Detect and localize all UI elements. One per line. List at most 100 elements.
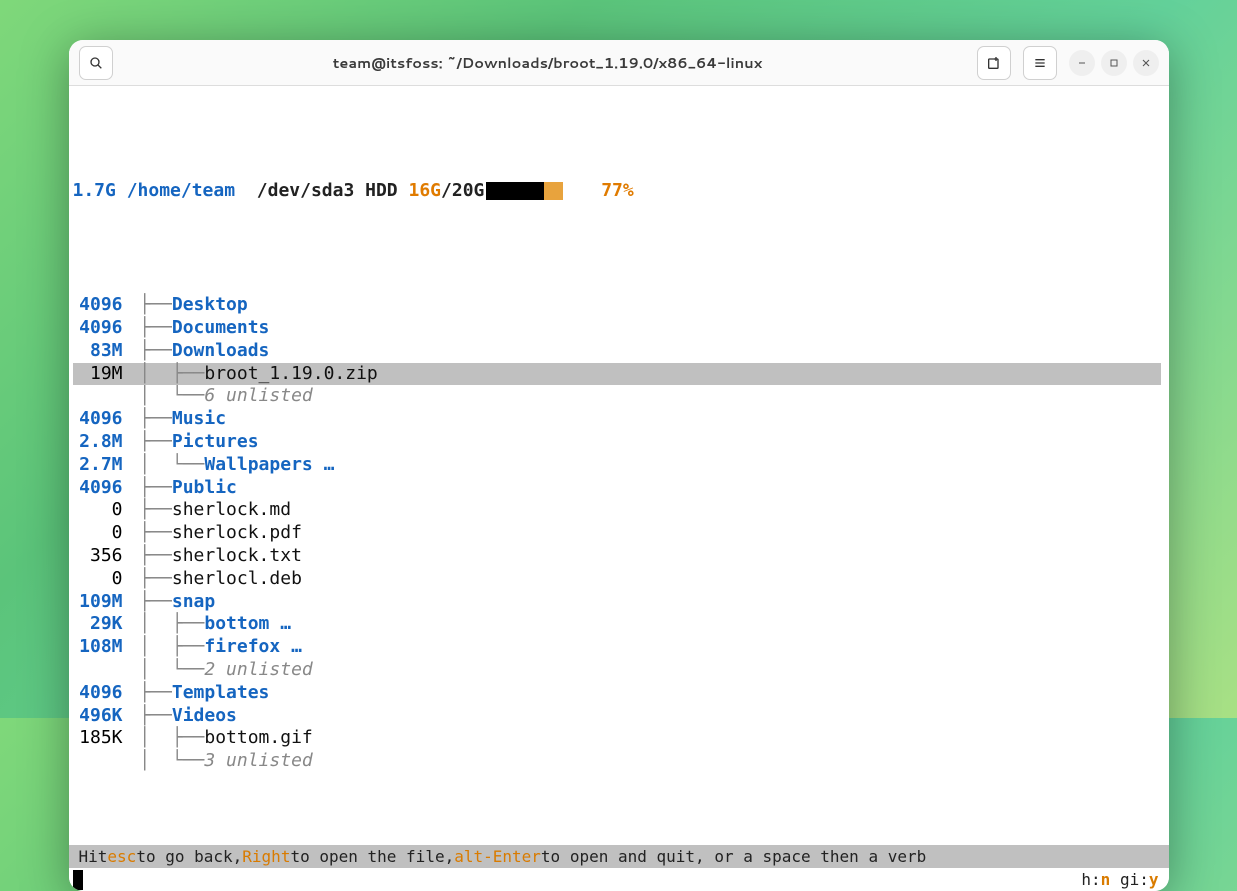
tree-branch: ├──: [139, 294, 172, 317]
tree-branch: │ ├──: [139, 636, 204, 659]
command-input[interactable]: h:n gi:y: [69, 868, 1169, 891]
size-column: 185K: [73, 727, 129, 750]
unlisted-count: 6 unlisted: [204, 385, 312, 408]
new-tab-icon: [986, 55, 1002, 71]
minimize-button[interactable]: [1069, 50, 1095, 76]
tree-row[interactable]: 4096 ├──Music: [73, 408, 1161, 431]
tree-branch: ├──: [139, 545, 172, 568]
root-size: 1.7G: [73, 180, 116, 203]
size-column: 4096: [73, 294, 129, 317]
directory-name: Public: [172, 477, 237, 500]
tree-row[interactable]: 2.7M │ └──Wallpapers …: [73, 454, 1161, 477]
tree-branch: ├──: [139, 477, 172, 500]
titlebar: team@itsfoss: ~/Downloads/broot_1.19.0/x…: [69, 40, 1169, 86]
search-button[interactable]: [79, 46, 113, 80]
directory-name: firefox …: [204, 636, 302, 659]
size-column: 496K: [73, 705, 129, 728]
tree-row[interactable]: 0 ├──sherlocl.deb: [73, 568, 1161, 591]
file-tree: 4096 ├──Desktop4096 ├──Documents83M ├──D…: [73, 294, 1161, 773]
tree-branch: ├──: [139, 317, 172, 340]
directory-name: snap: [172, 591, 215, 614]
tree-row[interactable]: 4096 ├──Documents: [73, 317, 1161, 340]
size-column: 4096: [73, 477, 129, 500]
file-name: bottom.gif: [204, 727, 312, 750]
size-column: 356: [73, 545, 129, 568]
key-esc: esc: [107, 847, 136, 866]
close-button[interactable]: [1133, 50, 1159, 76]
hamburger-icon: [1032, 55, 1048, 71]
unlisted-count: 2 unlisted: [204, 659, 312, 682]
disk-percent: 77%: [601, 180, 634, 203]
tree-row[interactable]: 109M ├──snap: [73, 591, 1161, 614]
size-column: 19M: [73, 363, 129, 386]
terminal-body[interactable]: 1.7G /home/team /dev/sda3 HDD 16G/20G 77…: [69, 86, 1169, 845]
tree-branch: │ ├──: [139, 363, 204, 386]
file-name: sherlock.pdf: [172, 522, 302, 545]
new-tab-button[interactable]: [977, 46, 1011, 80]
maximize-icon: [1108, 57, 1120, 69]
menu-button[interactable]: [1023, 46, 1057, 80]
disk-used: 16G: [409, 180, 442, 203]
tree-branch: ├──: [139, 705, 172, 728]
tree-row[interactable]: 108M │ ├──firefox …: [73, 636, 1161, 659]
tree-branch: ├──: [139, 591, 172, 614]
tree-branch: │ └──: [139, 454, 204, 477]
disk-total: 20G: [452, 180, 485, 203]
directory-name: Documents: [172, 317, 270, 340]
directory-name: Templates: [172, 682, 270, 705]
size-column: 109M: [73, 591, 129, 614]
file-name: sherlocl.deb: [172, 568, 302, 591]
tree-branch: │ └──: [139, 750, 204, 773]
window-title: team@itsfoss: ~/Downloads/broot_1.19.0/x…: [119, 52, 977, 73]
size-column: 0: [73, 499, 129, 522]
device: /dev/sda3 HDD: [257, 180, 398, 203]
tree-branch: ├──: [139, 522, 172, 545]
disk-header: 1.7G /home/team /dev/sda3 HDD 16G/20G 77…: [73, 180, 1161, 203]
directory-name: Pictures: [172, 431, 259, 454]
maximize-button[interactable]: [1101, 50, 1127, 76]
directory-name: Downloads: [172, 340, 270, 363]
tree-row[interactable]: 496K ├──Videos: [73, 705, 1161, 728]
size-column: 0: [73, 522, 129, 545]
size-column: 4096: [73, 317, 129, 340]
key-right: Right: [242, 847, 290, 866]
directory-name: Music: [172, 408, 226, 431]
file-name: sherlock.md: [172, 499, 291, 522]
tree-row[interactable]: 4096 ├──Desktop: [73, 294, 1161, 317]
tree-branch: ├──: [139, 499, 172, 522]
tree-row-selected[interactable]: 19M │ ├──broot_1.19.0.zip: [73, 363, 1161, 386]
size-column: 2.8M: [73, 431, 129, 454]
size-column: 83M: [73, 340, 129, 363]
tree-row[interactable]: 2.8M ├──Pictures: [73, 431, 1161, 454]
tree-row[interactable]: 185K │ ├──bottom.gif: [73, 727, 1161, 750]
tree-row[interactable]: 0 ├──sherlock.md: [73, 499, 1161, 522]
size-column: 4096: [73, 408, 129, 431]
tree-row[interactable]: 83M ├──Downloads: [73, 340, 1161, 363]
hint-bar: Hit esc to go back, Right to open the fi…: [69, 845, 1169, 868]
tree-row[interactable]: 0 ├──sherlock.pdf: [73, 522, 1161, 545]
file-name: sherlock.txt: [172, 545, 302, 568]
directory-name: Desktop: [172, 294, 248, 317]
tree-row[interactable]: │ └──6 unlisted: [73, 385, 1161, 408]
unlisted-count: 3 unlisted: [204, 750, 312, 773]
directory-name: Videos: [172, 705, 237, 728]
size-column: 108M: [73, 636, 129, 659]
tree-branch: ├──: [139, 568, 172, 591]
tree-row[interactable]: 29K │ ├──bottom …: [73, 613, 1161, 636]
size-column: 29K: [73, 613, 129, 636]
tree-row[interactable]: │ └──3 unlisted: [73, 750, 1161, 773]
tree-branch: │ ├──: [139, 613, 204, 636]
tree-branch: ├──: [139, 408, 172, 431]
root-path: /home/team: [127, 180, 235, 203]
tree-row[interactable]: │ └──2 unlisted: [73, 659, 1161, 682]
tree-branch: ├──: [139, 431, 172, 454]
tree-branch: ├──: [139, 340, 172, 363]
tree-row[interactable]: 356 ├──sherlock.txt: [73, 545, 1161, 568]
tree-row[interactable]: 4096 ├──Public: [73, 477, 1161, 500]
tree-row[interactable]: 4096 ├──Templates: [73, 682, 1161, 705]
cursor: [73, 870, 83, 890]
size-column: 2.7M: [73, 454, 129, 477]
directory-name: Wallpapers …: [204, 454, 334, 477]
tree-branch: │ └──: [139, 385, 204, 408]
size-column: 4096: [73, 682, 129, 705]
